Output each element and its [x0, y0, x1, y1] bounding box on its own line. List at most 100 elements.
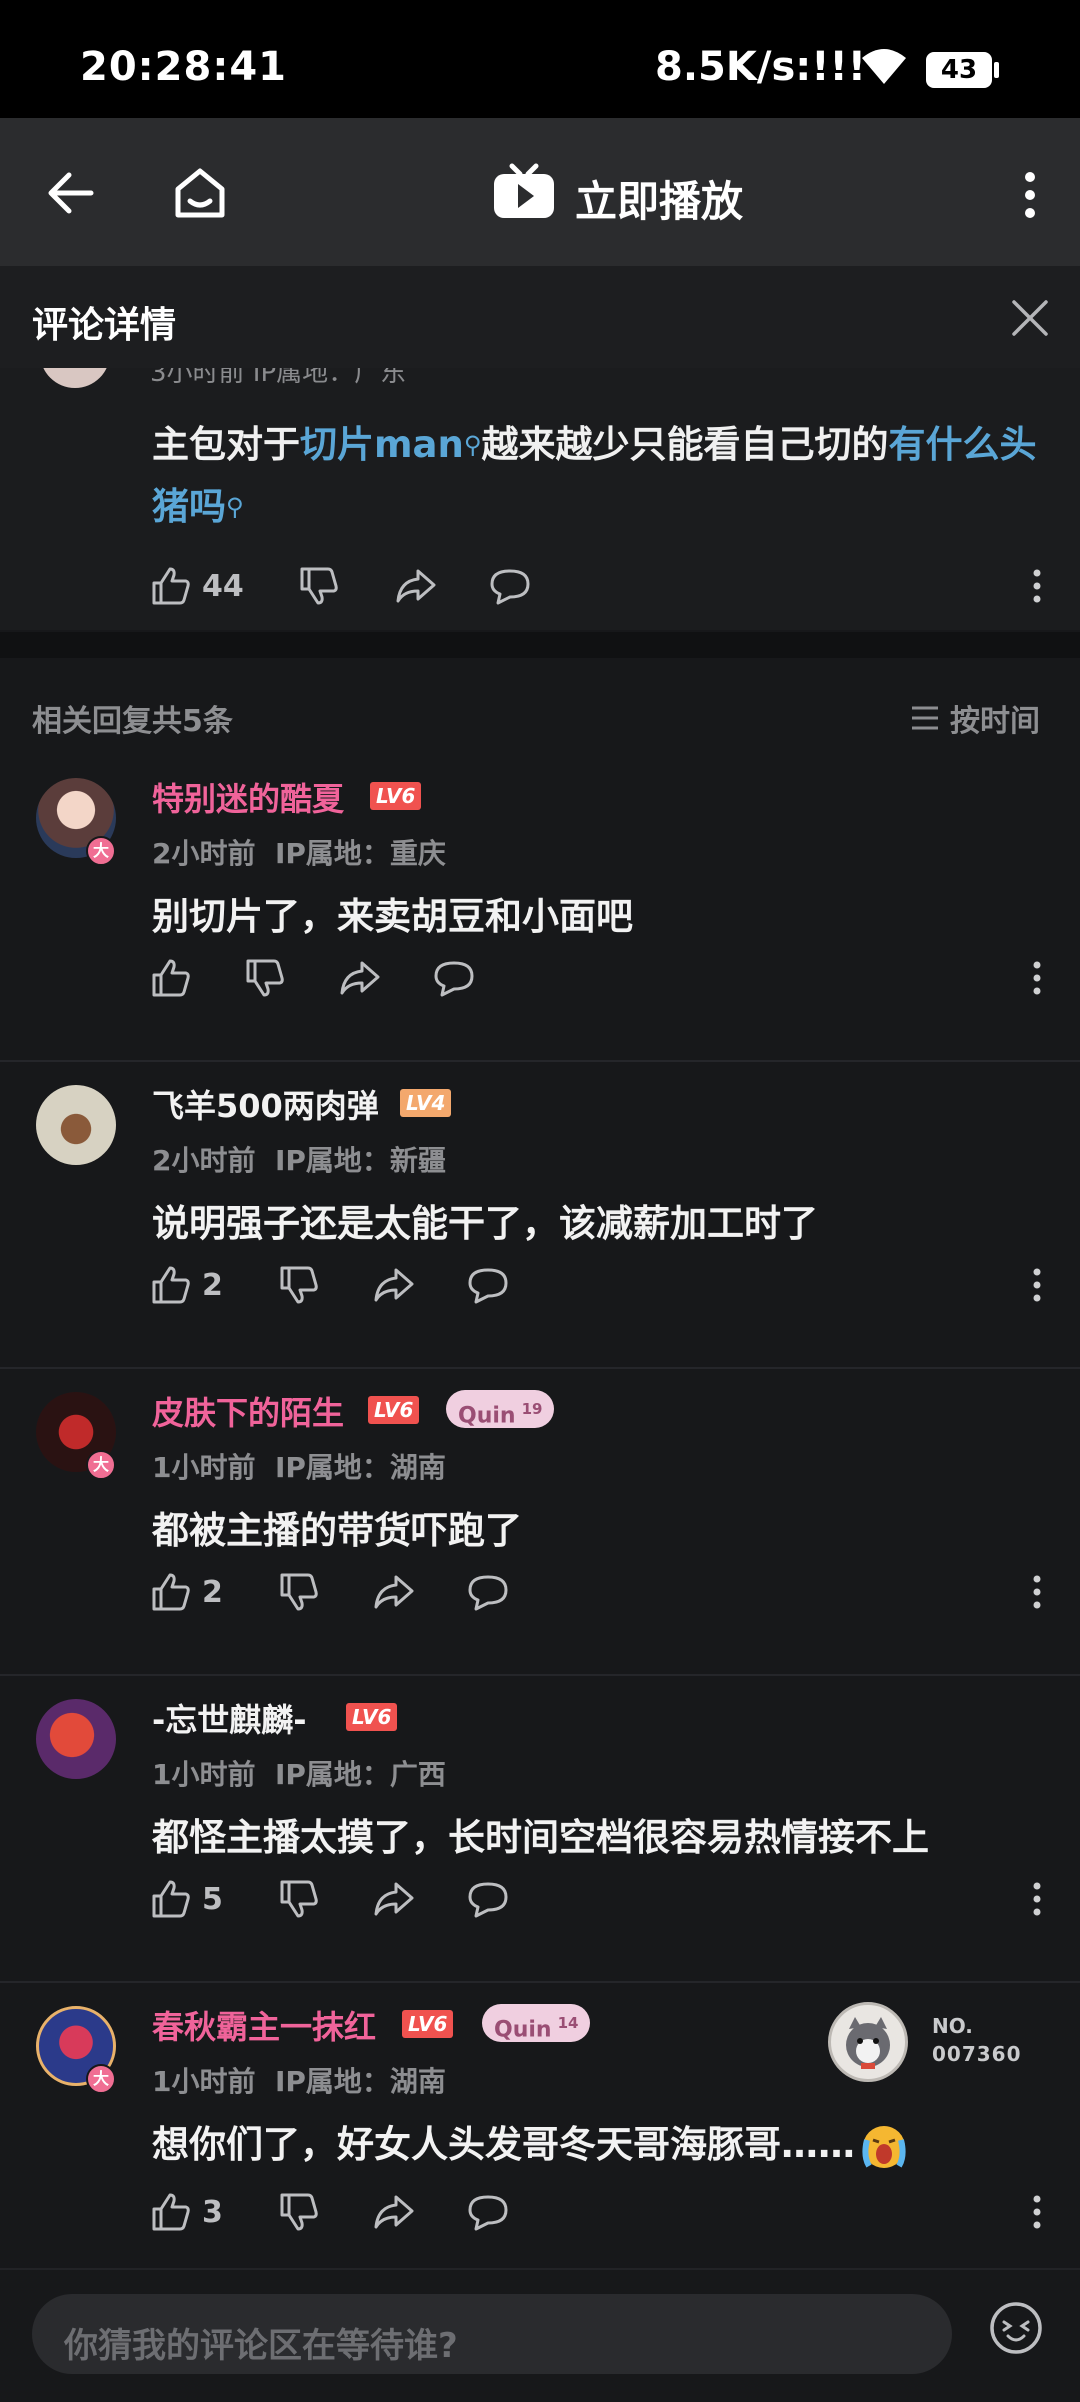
like-count: 44 — [202, 568, 244, 604]
more-vertical-icon[interactable] — [1022, 1566, 1052, 1618]
share-icon — [374, 2195, 414, 2229]
dog-mascot-icon — [828, 2002, 908, 2082]
share-button[interactable] — [372, 1259, 416, 1311]
reply-button[interactable] — [466, 2186, 510, 2238]
comment-text: 都怪主播太摸了，长时间空档很容易热情接不上 — [152, 1816, 929, 1859]
comment-meta: 1小时前 IP属地：湖南 — [152, 1446, 446, 1486]
like-button[interactable]: 3 — [150, 2186, 223, 2238]
more-vertical-icon[interactable] — [1022, 2186, 1052, 2238]
reply-button[interactable] — [488, 560, 532, 612]
comment-meta: 2小时前 IP属地：重庆 — [152, 832, 446, 872]
network-speed: 8.5K/s:!!! — [655, 44, 866, 90]
thumbs-up-icon — [152, 567, 190, 605]
like-button[interactable]: 44 — [150, 560, 244, 612]
share-icon — [374, 1575, 414, 1609]
dislike-button[interactable] — [278, 1873, 320, 1925]
username[interactable]: 皮肤下的陌生 — [152, 1388, 344, 1434]
comment-meta: 1小时前 IP属地：广西 — [152, 1753, 446, 1793]
tv-home-icon[interactable] — [160, 158, 240, 228]
quin-badge: Quin 19 — [446, 1390, 555, 1428]
sort-label: 按时间 — [950, 704, 1040, 739]
comment-actions: 3 — [150, 2186, 1050, 2238]
share-button[interactable] — [338, 952, 382, 1004]
username[interactable]: 飞羊500两肉弹 — [152, 1081, 379, 1127]
like-count: 3 — [202, 2194, 223, 2230]
wifi-icon — [858, 46, 910, 86]
replies-header: 相关回复共5条 按时间 — [0, 658, 1080, 754]
reply-button[interactable] — [466, 1873, 510, 1925]
ip-location: IP属地：重庆 — [274, 837, 446, 870]
more-vertical-icon[interactable] — [1022, 560, 1052, 612]
close-icon[interactable] — [1004, 292, 1056, 344]
reply-button[interactable] — [466, 1259, 510, 1311]
comment-text-part: 主包对于 — [152, 423, 300, 466]
ip-location: IP属地：广西 — [274, 1758, 446, 1791]
like-button[interactable]: 2 — [150, 1259, 223, 1311]
share-button[interactable] — [372, 1566, 416, 1618]
comment-text: 想你们了，好女人头发哥冬天哥海豚哥…… — [152, 2114, 909, 2172]
arrow-left-icon[interactable] — [36, 160, 106, 226]
comment-actions — [150, 952, 1050, 1004]
like-button[interactable] — [150, 952, 202, 1004]
comment-bubble-icon — [434, 961, 474, 997]
sort-button[interactable]: 按时间 — [910, 696, 1040, 740]
battery-cap — [994, 62, 999, 78]
username[interactable]: -忘世麒麟- — [152, 1695, 307, 1741]
like-count: 2 — [202, 1267, 223, 1303]
quin-number: 14 — [557, 2014, 579, 2032]
comment-bubble-icon — [468, 2195, 508, 2231]
comment-actions: 5 — [150, 1873, 1050, 1925]
dislike-button[interactable] — [278, 2186, 320, 2238]
more-vertical-icon[interactable] — [1022, 1873, 1052, 1925]
share-button[interactable] — [394, 560, 438, 612]
dislike-button[interactable] — [278, 1566, 320, 1618]
level-badge: LV4 — [400, 1089, 452, 1117]
reply-button[interactable] — [466, 1566, 510, 1618]
dislike-button[interactable] — [244, 952, 286, 1004]
comment-input-bar: 你猜我的评论区在等待谁? — [0, 2268, 1080, 2402]
comment-bubble-icon — [468, 1268, 508, 1304]
comment-text-content: 想你们了，好女人头发哥冬天哥海豚哥…… — [152, 2123, 855, 2166]
verified-badge: 大 — [86, 836, 116, 866]
thumbs-up-icon — [152, 2193, 190, 2231]
comment-actions: 2 — [150, 1259, 1050, 1311]
search-icon: ⚲ — [226, 493, 244, 521]
like-button[interactable]: 2 — [150, 1566, 223, 1618]
thumbs-down-icon — [280, 1880, 318, 1918]
comment-time: 2小时前 — [152, 837, 256, 870]
level-badge: LV6 — [346, 1703, 398, 1731]
share-button[interactable] — [372, 2186, 416, 2238]
like-button[interactable]: 5 — [150, 1873, 223, 1925]
thumbs-down-icon — [246, 959, 284, 997]
battery-icon: 43 — [926, 52, 992, 88]
fan-badge-label: NO. — [932, 2014, 973, 2038]
more-vertical-icon[interactable] — [1022, 952, 1052, 1004]
share-button[interactable] — [372, 1873, 416, 1925]
ip-location: IP属地：湖南 — [274, 2065, 446, 2098]
username[interactable]: 特别迷的酷夏 — [152, 774, 344, 820]
thumbs-up-icon — [152, 1573, 190, 1611]
reply-item: 大 春秋霸主一抹红 LV6 Quin 14 NO. 007360 1小时前 IP属… — [0, 1982, 1080, 2266]
detail-title: 评论详情 — [32, 305, 177, 346]
avatar[interactable] — [36, 1699, 116, 1779]
dislike-button[interactable] — [298, 560, 340, 612]
reply-button[interactable] — [432, 952, 476, 1004]
avatar[interactable] — [36, 1085, 116, 1165]
comment-bubble-icon — [468, 1575, 508, 1611]
comment-time: 1小时前 — [152, 1758, 256, 1791]
comment-actions: 44 — [150, 560, 1050, 612]
share-icon — [374, 1268, 414, 1302]
dislike-button[interactable] — [278, 1259, 320, 1311]
more-vertical-icon[interactable] — [1022, 1259, 1052, 1311]
comment-link[interactable]: 切片man — [300, 423, 464, 466]
username[interactable]: 春秋霸主一抹红 — [152, 2002, 376, 2048]
thumbs-up-icon — [152, 1880, 190, 1918]
more-vertical-icon[interactable] — [1010, 162, 1050, 228]
verified-badge: 大 — [86, 2064, 116, 2094]
thumbs-down-icon — [280, 1573, 318, 1611]
reply-item: 大 特别迷的酷夏 LV6 2小时前 IP属地：重庆 别切片了，来卖胡豆和小面吧 — [0, 754, 1080, 1062]
quin-number: 19 — [521, 1400, 543, 1418]
thumbs-up-icon — [152, 959, 190, 997]
emoji-icon[interactable] — [988, 2300, 1044, 2356]
reply-item: 大 皮肤下的陌生 LV6 Quin 19 1小时前 IP属地：湖南 都被主播的带货… — [0, 1368, 1080, 1676]
